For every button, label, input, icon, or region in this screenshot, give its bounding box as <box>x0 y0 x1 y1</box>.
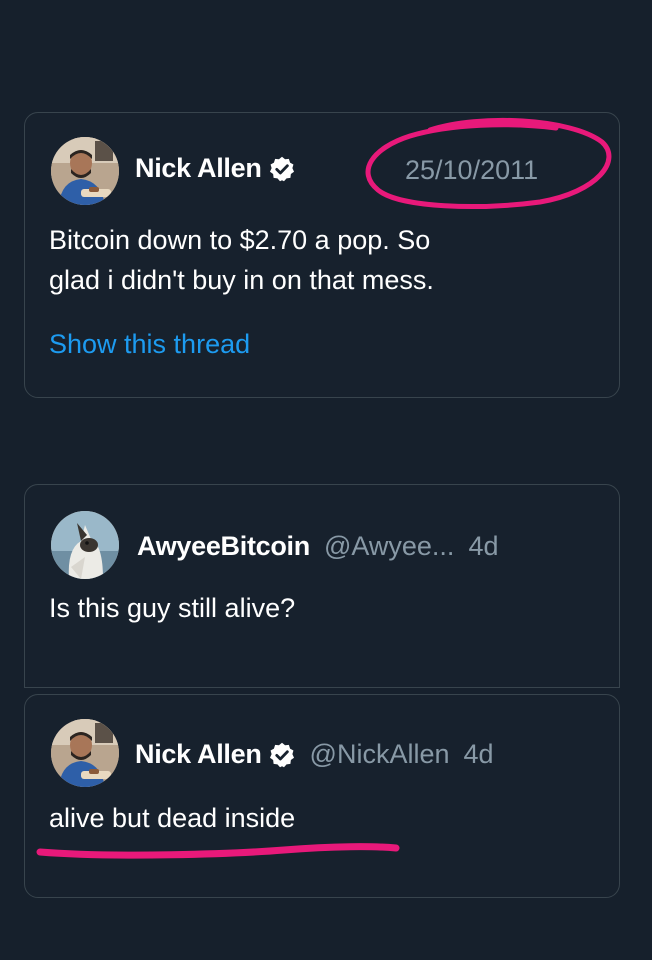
tweet-date[interactable]: 25/10/2011 <box>405 155 538 186</box>
tweet-header: Nick Allen <box>135 153 296 184</box>
tweet-text: alive but dead inside <box>49 803 296 833</box>
screenshot-canvas: Nick Allen 25/10/2011 Bitcoin down to $2… <box>0 0 652 960</box>
display-name[interactable]: AwyeeBitcoin <box>137 531 310 562</box>
display-name[interactable]: Nick Allen <box>135 739 262 770</box>
tweet-time[interactable]: 4d <box>468 531 498 562</box>
user-photo-icon[interactable] <box>51 137 119 205</box>
tweet-card-original[interactable]: Nick Allen 25/10/2011 Bitcoin down to $2… <box>24 112 620 398</box>
display-name[interactable]: Nick Allen <box>135 153 262 184</box>
dog-photo-icon[interactable] <box>51 511 119 579</box>
tweet-card-reply[interactable]: AwyeeBitcoin @Awyee... 4d Is this guy st… <box>24 484 620 688</box>
tweet-card-response[interactable]: Nick Allen @NickAllen 4d alive but dead … <box>24 694 620 898</box>
show-thread-link[interactable]: Show this thread <box>49 329 250 360</box>
tweet-header: Nick Allen @NickAllen 4d <box>135 739 494 770</box>
user-photo-icon[interactable] <box>51 719 119 787</box>
tweet-date-wrap: 25/10/2011 <box>405 155 538 186</box>
tweet-text-line-2: glad i didn't buy in on that mess. <box>49 265 434 295</box>
tweet-text-line-1: Bitcoin down to $2.70 a pop. So <box>49 225 431 255</box>
tweet-header: AwyeeBitcoin @Awyee... 4d <box>137 531 498 562</box>
tweet-time[interactable]: 4d <box>464 739 494 770</box>
verified-badge-icon <box>268 155 296 183</box>
user-handle[interactable]: @Awyee... <box>324 531 454 562</box>
verified-badge-icon <box>268 741 296 769</box>
tweet-text: Is this guy still alive? <box>49 593 296 623</box>
user-handle[interactable]: @NickAllen <box>310 739 450 770</box>
